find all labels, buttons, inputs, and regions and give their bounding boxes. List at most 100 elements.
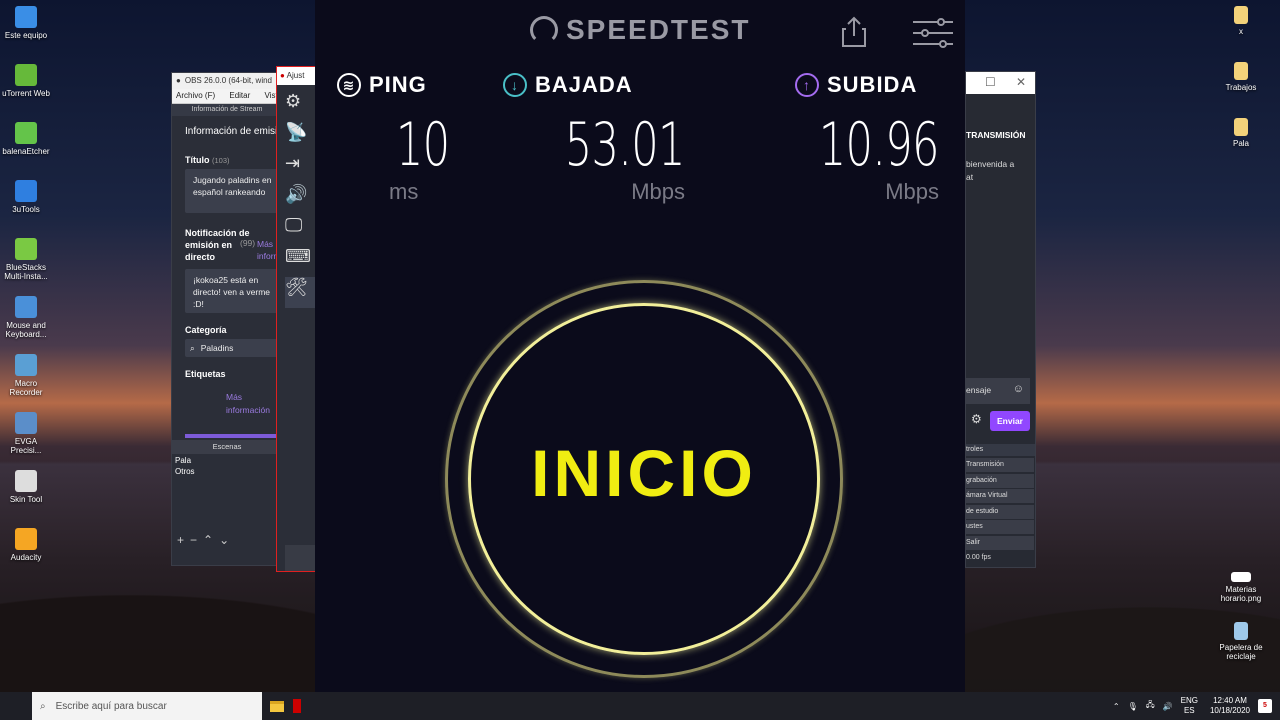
control-button[interactable]: Salir: [966, 535, 1034, 550]
control-button[interactable]: grabación: [966, 473, 1034, 488]
upload-metric: ↑ SUBIDA 10.96 Mbps: [795, 72, 940, 204]
title-label: Título (103): [185, 155, 230, 165]
settings-title: Ajust: [286, 71, 305, 80]
gear-icon[interactable]: ⚙: [285, 91, 315, 122]
desktop-icon-x[interactable]: x: [1215, 4, 1267, 60]
obs-right-window[interactable]: ☐ ✕ TRANSMISIÓN bienvenida a at ensaje ☺ …: [965, 71, 1036, 568]
chat-settings-icon[interactable]: ⚙: [971, 412, 982, 426]
fps-readout: 0.00 fps: [966, 554, 991, 561]
chevron-up-icon[interactable]: ⌃: [1113, 702, 1120, 711]
microphone-icon[interactable]: 🎙: [1128, 702, 1138, 711]
settings-window[interactable]: ● Ajust ⚙ 📡 ⇥ 🔊 🖵 ⌨ 🛠: [276, 66, 316, 572]
netflix-icon[interactable]: [292, 692, 302, 720]
menu-editar[interactable]: Editar: [229, 91, 250, 100]
chevron-up-icon[interactable]: ⌃: [203, 533, 219, 547]
mouse-keyboard-icon: [15, 296, 37, 318]
add-icon[interactable]: +: [177, 533, 190, 547]
desktop-icon-balenaetcher[interactable]: balenaEtcher: [0, 122, 52, 178]
obs-window[interactable]: ● OBS 26.0.0 (64-bit, wind Archivo (F) Ed…: [171, 72, 301, 566]
desktop-icon-mouse-keyboard[interactable]: Mouse and Keyboard...: [0, 296, 52, 352]
bluestacks-icon: [15, 238, 37, 260]
scene-item[interactable]: Otros: [175, 466, 195, 477]
start-label: INICIO: [531, 436, 757, 510]
desktop-icon-trabajos[interactable]: Trabajos: [1215, 60, 1267, 116]
settings-footer: [285, 545, 315, 571]
monitor-icon[interactable]: 🖵: [285, 215, 315, 246]
control-button[interactable]: ámara Virtual: [966, 489, 1034, 503]
apply-button[interactable]: [185, 434, 285, 438]
desktop-icon-materias[interactable]: Materias horario.png: [1215, 570, 1267, 626]
output-icon[interactable]: ⇥: [285, 153, 315, 184]
chevron-down-icon[interactable]: ⌄: [219, 533, 235, 547]
taskbar: ⌕ Escribe aquí para buscar ⌃ 🎙 🖧 🔊 ENG E…: [0, 692, 1280, 720]
search-icon: ⌕: [40, 700, 46, 712]
language-indicator[interactable]: ENG ES: [1181, 696, 1198, 716]
start-test-button[interactable]: INICIO: [445, 280, 843, 678]
desktop-icon-label: Este equipo: [4, 31, 48, 40]
network-icon[interactable]: 🖧: [1146, 699, 1155, 713]
category-label: Categoría: [185, 325, 227, 335]
desktop-icon-este-equipo[interactable]: Este equipo: [0, 6, 52, 62]
desktop-icon-utorrent-web[interactable]: uTorrent Web: [0, 64, 52, 120]
notification-icon[interactable]: 5: [1258, 699, 1272, 713]
control-button[interactable]: Transmisión: [966, 458, 1034, 472]
settings-titlebar[interactable]: ● Ajust: [277, 67, 315, 85]
taskbar-search[interactable]: ⌕ Escribe aquí para buscar: [32, 692, 262, 720]
obs-titlebar[interactable]: ● OBS 26.0.0 (64-bit, wind: [172, 73, 282, 89]
ping-value: 10: [395, 110, 449, 180]
close-icon[interactable]: ✕: [1016, 75, 1026, 89]
utorrent-web-icon: [15, 64, 37, 86]
notif-field[interactable]: ¡kokoa25 está en directo! ven a verme :D…: [185, 269, 282, 313]
chat-line: bienvenida a: [966, 159, 1015, 169]
desktop-icon-label: Macro Recorder: [9, 379, 43, 397]
volume-icon[interactable]: 🔊: [1163, 702, 1173, 711]
keyboard-icon[interactable]: ⌨: [285, 246, 315, 277]
sliders-icon[interactable]: [913, 18, 953, 48]
share-icon[interactable]: [842, 16, 866, 48]
start-button[interactable]: [0, 692, 32, 720]
desktop-icons-left: Este equipo uTorrent Web balenaEtcher 3uToo…: [0, 4, 52, 584]
control-button[interactable]: de estudio: [966, 504, 1034, 519]
remove-icon[interactable]: −: [190, 533, 203, 547]
antenna-icon[interactable]: 📡: [285, 122, 315, 153]
speaker-icon[interactable]: 🔊: [285, 184, 315, 215]
chat-text: bienvenida a at: [966, 158, 1014, 184]
desktop-icon-audacity[interactable]: Audacity: [0, 528, 52, 584]
file-explorer-icon[interactable]: [262, 692, 292, 720]
chat-message-input[interactable]: ensaje ☺: [966, 378, 1030, 404]
ping-label: PING: [369, 72, 427, 97]
emoji-icon[interactable]: ☺: [1013, 383, 1024, 395]
desktop-icon-label: balenaEtcher: [2, 147, 50, 156]
send-button[interactable]: Enviar: [990, 411, 1030, 431]
tools-icon[interactable]: 🛠: [285, 277, 315, 308]
desktop-icon-label: Materias horario.png: [1220, 585, 1262, 603]
desktop-icon-label: Papelera de reciclaje: [1219, 643, 1263, 661]
papelera-icon: [1234, 622, 1248, 640]
lang-bottom: ES: [1183, 706, 1195, 715]
obs-right-titlebar[interactable]: ☐ ✕: [966, 72, 1035, 94]
desktop-icon-3utools[interactable]: 3uTools: [0, 180, 52, 236]
desktop-icon-macro-recorder[interactable]: Macro Recorder: [0, 354, 52, 410]
settings-sidebar: ⚙ 📡 ⇥ 🔊 🖵 ⌨ 🛠: [285, 91, 315, 308]
x-icon: [1234, 6, 1248, 24]
desktop-icon-papelera[interactable]: Papelera de reciclaje: [1215, 620, 1267, 676]
download-header: ↓ BAJADA: [503, 72, 693, 98]
tags-label: Etiquetas: [185, 369, 226, 379]
clock[interactable]: 12:40 AM 10/18/2020: [1210, 696, 1250, 716]
desktop-icon-label: 3uTools: [12, 205, 40, 214]
desktop-icon-label: EVGA Precisi...: [10, 437, 42, 455]
category-value: Paladins: [200, 343, 234, 353]
menu-archivo[interactable]: Archivo (F): [176, 91, 215, 100]
clock-time: 12:40 AM: [1213, 696, 1247, 705]
control-button[interactable]: ustes: [966, 520, 1034, 534]
download-label: BAJADA: [535, 72, 633, 97]
desktop-icon-pala[interactable]: Pala: [1215, 116, 1267, 172]
desktop-icon-skin-tool[interactable]: Skin Tool: [0, 470, 52, 526]
stream-info-heading: Información de emisi: [185, 126, 278, 137]
desktop-icon-evga-precision[interactable]: EVGA Precisi...: [0, 412, 52, 468]
title-field[interactable]: Jugando paladins en español rankeando: [185, 169, 282, 213]
category-field[interactable]: ⌕ Paladins: [185, 339, 282, 357]
desktop-icon-bluestacks[interactable]: BlueStacks Multi-Insta...: [0, 238, 52, 294]
maximize-icon[interactable]: ☐: [985, 75, 996, 89]
scene-item[interactable]: Pala: [175, 455, 195, 466]
